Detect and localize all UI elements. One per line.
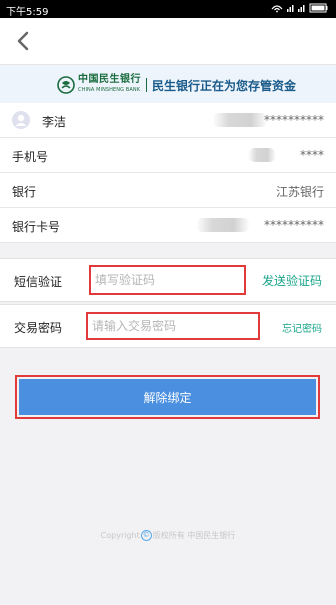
- phone-value: ****: [300, 148, 324, 162]
- chevron-left-icon: [17, 31, 29, 51]
- user-icon: [15, 114, 27, 126]
- sms-code-input[interactable]: [91, 267, 244, 293]
- trade-password-label: 交易密码: [14, 321, 63, 335]
- bank-name-cn: 中国民生银行: [78, 74, 141, 85]
- status-icons: [270, 3, 330, 16]
- send-code-link[interactable]: 发送验证码: [262, 272, 322, 289]
- copyright-symbol-icon: ©: [140, 530, 152, 541]
- copyright-text: 版权所有 中国民生银行: [152, 531, 236, 540]
- banner-divider: [146, 78, 147, 92]
- redacted-blur: [248, 148, 276, 162]
- bank-value: 江苏银行: [275, 185, 324, 199]
- status-bar: 下午5:59: [0, 0, 336, 18]
- forgot-password-link[interactable]: 忘记密码: [282, 320, 322, 335]
- copyright-footer: Copyright © 版权所有 中国民生银行: [0, 530, 336, 541]
- bank-custody-banner: 中国民生银行 CHINA MINSHENG BANK 民生银行正在为您存管资金: [0, 64, 336, 104]
- phone-label: 手机号: [12, 150, 49, 164]
- unbind-button-frame: 解除绑定: [15, 375, 320, 419]
- bank-label: 银行: [12, 185, 37, 199]
- navigation-bar: [0, 18, 336, 64]
- banner-slogan: 民生银行正在为您存管资金: [152, 78, 297, 93]
- bank-name-en: CHINA MINSHENG BANK: [78, 87, 141, 93]
- account-info-list: 李洁 ********** 手机号 **** 银行 江苏银行 银行卡号 ****…: [0, 103, 336, 243]
- account-name: 李洁: [42, 115, 67, 129]
- redacted-blur: [212, 113, 268, 127]
- sms-label: 短信验证: [14, 275, 63, 289]
- password-field-frame: [86, 312, 260, 340]
- unbind-button[interactable]: 解除绑定: [19, 379, 316, 415]
- redacted-blur: [196, 218, 250, 232]
- trade-password-row: 交易密码 忘记密码: [0, 304, 336, 348]
- back-button[interactable]: [10, 26, 38, 56]
- card-value: **********: [264, 218, 324, 232]
- card-label: 银行卡号: [12, 220, 61, 234]
- sms-field-frame: [89, 265, 246, 295]
- card-number-row: 银行卡号 **********: [0, 208, 336, 243]
- minsheng-logo-icon: [57, 76, 75, 94]
- phone-row: 手机号 ****: [0, 138, 336, 173]
- status-time: 下午5:59: [6, 7, 49, 18]
- sms-verification-row: 短信验证 发送验证码: [0, 258, 336, 302]
- copyright-prefix: Copyright: [100, 531, 140, 540]
- account-name-row: 李洁 **********: [0, 103, 336, 138]
- account-id-masked: **********: [264, 113, 324, 127]
- trade-password-input[interactable]: [88, 314, 258, 338]
- bank-row: 银行 江苏银行: [0, 173, 336, 208]
- avatar: [12, 111, 30, 129]
